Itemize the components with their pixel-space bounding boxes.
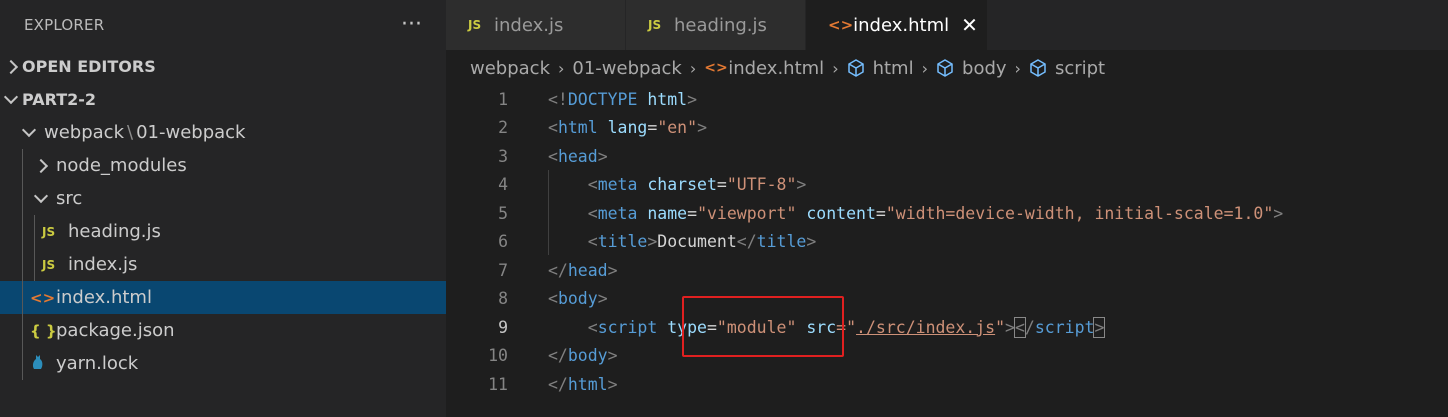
editor-area: JS index.js JS heading.js <> index.html …	[446, 0, 1448, 417]
file-label-package-json: package.json	[56, 320, 175, 341]
chevron-right-icon: ›	[921, 58, 929, 78]
line-number: 6	[498, 232, 508, 252]
chevron-down-icon	[18, 122, 40, 138]
folder-src[interactable]: src	[0, 182, 446, 215]
code-line: 11 </html>	[446, 370, 1448, 399]
js-file-icon: JS	[42, 224, 56, 239]
js-file-icon: JS	[42, 257, 56, 272]
open-editors-label: OPEN EDITORS	[22, 57, 156, 76]
tab-label: index.html	[853, 14, 950, 36]
breadcrumb-item-01-webpack[interactable]: 01-webpack	[572, 58, 681, 79]
indent-guide	[548, 170, 549, 255]
explorer-header: EXPLORER ···	[0, 0, 446, 50]
workspace-section[interactable]: PART2-2	[0, 83, 446, 116]
code-line: 5 <meta name="viewport" content="width=d…	[446, 199, 1448, 228]
folder-webpack-01-webpack[interactable]: webpack \ 01-webpack	[0, 116, 446, 149]
code-line: 4 <meta charset="UTF-8">	[446, 171, 1448, 200]
element-cube-icon	[847, 59, 864, 77]
file-index-html[interactable]: <> index.html	[0, 281, 446, 314]
annotation-highlight-box	[682, 296, 844, 357]
js-file-icon: JS	[468, 18, 482, 32]
yarn-cat-icon	[30, 352, 56, 375]
file-label-index-js: index.js	[68, 254, 138, 275]
chevron-right-icon	[30, 158, 52, 173]
code-editor[interactable]: 1 <!DOCTYPE html> 2 <html lang="en"> 3 <…	[446, 85, 1448, 399]
breadcrumb-item-script[interactable]: script	[1029, 58, 1105, 79]
file-label-index-html: index.html	[56, 287, 152, 308]
folder-label-webpack: webpack	[44, 122, 124, 143]
element-cube-icon	[1030, 59, 1046, 77]
path-separator: \	[127, 122, 134, 143]
breadcrumb-label: index.html	[728, 57, 825, 79]
breadcrumb: webpack › 01-webpack › <> index.html › h…	[446, 50, 1448, 86]
line-number: 3	[498, 146, 508, 166]
folder-label-01-webpack: 01-webpack	[136, 122, 246, 143]
line-number: 10	[488, 346, 508, 366]
breadcrumb-item-body[interactable]: body	[936, 58, 1007, 79]
tab-label: index.js	[494, 14, 564, 36]
workspace-label: PART2-2	[22, 90, 97, 109]
html-file-icon: <>	[704, 60, 728, 76]
breadcrumb-label: script	[1054, 57, 1106, 79]
chevron-right-icon: ›	[832, 58, 839, 78]
code-line: 3 <head>	[446, 142, 1448, 171]
html-file-icon: <>	[828, 16, 854, 34]
breadcrumb-item-html[interactable]: html	[847, 58, 914, 79]
html-file-icon: <>	[30, 288, 56, 307]
chevron-down-icon	[30, 188, 52, 204]
tab-index-html[interactable]: <> index.html ✕	[806, 0, 988, 50]
tab-heading-js[interactable]: JS heading.js	[626, 0, 806, 50]
code-line: 2 <html lang="en">	[446, 114, 1448, 143]
tab-label: heading.js	[674, 14, 767, 36]
chevron-right-icon: ›	[558, 58, 565, 78]
line-number: 5	[498, 203, 508, 223]
file-label-yarn-lock: yarn.lock	[56, 353, 139, 374]
file-yarn-lock[interactable]: yarn.lock	[0, 347, 446, 380]
line-number: 8	[498, 289, 508, 309]
folder-label-src: src	[56, 188, 83, 209]
js-file-icon: JS	[648, 18, 662, 32]
json-file-icon: { }	[30, 321, 57, 340]
explorer-sidebar: EXPLORER ··· OPEN EDITORS PART2-2 webpac…	[0, 0, 446, 417]
line-number: 1	[498, 89, 508, 109]
open-editors-section[interactable]: OPEN EDITORS	[0, 50, 446, 83]
file-package-json[interactable]: { } package.json	[0, 314, 446, 347]
line-number: 2	[498, 118, 508, 138]
line-number: 9	[498, 317, 508, 337]
explorer-title: EXPLORER	[24, 16, 105, 34]
line-number: 11	[488, 374, 508, 394]
more-actions-icon[interactable]: ···	[401, 14, 422, 36]
code-line: 10 </body>	[446, 342, 1448, 371]
chevron-down-icon	[0, 89, 22, 105]
line-number: 7	[498, 260, 508, 280]
folder-node-modules[interactable]: node_modules	[0, 149, 446, 182]
tab-index-js[interactable]: JS index.js	[446, 0, 626, 50]
breadcrumb-item-index-html[interactable]: <> index.html	[704, 58, 824, 79]
close-icon[interactable]: ✕	[961, 13, 978, 37]
breadcrumb-item-webpack[interactable]: webpack	[470, 58, 550, 79]
code-line: 6 <title>Document</title>	[446, 228, 1448, 257]
file-label-heading-js: heading.js	[68, 221, 161, 242]
file-heading-js[interactable]: JS heading.js	[0, 215, 446, 248]
code-line: 8 <body>	[446, 285, 1448, 314]
line-number: 4	[498, 175, 508, 195]
breadcrumb-label: html	[872, 57, 914, 79]
src-path-link[interactable]: ./src/index.js	[856, 318, 995, 337]
editor-tabs: JS index.js JS heading.js <> index.html …	[446, 0, 1448, 50]
chevron-right-icon: ›	[689, 58, 697, 78]
chevron-right-icon	[0, 59, 22, 74]
code-line-current: 9 <script type="module" src="./src/index…	[446, 313, 1448, 342]
breadcrumb-label: body	[962, 57, 1007, 79]
folder-label-node-modules: node_modules	[56, 155, 187, 176]
file-index-js[interactable]: JS index.js	[0, 248, 446, 281]
chevron-right-icon: ›	[1014, 58, 1021, 78]
code-line: 1 <!DOCTYPE html>	[446, 85, 1448, 114]
element-cube-icon	[937, 59, 953, 77]
code-line: 7 </head>	[446, 256, 1448, 285]
